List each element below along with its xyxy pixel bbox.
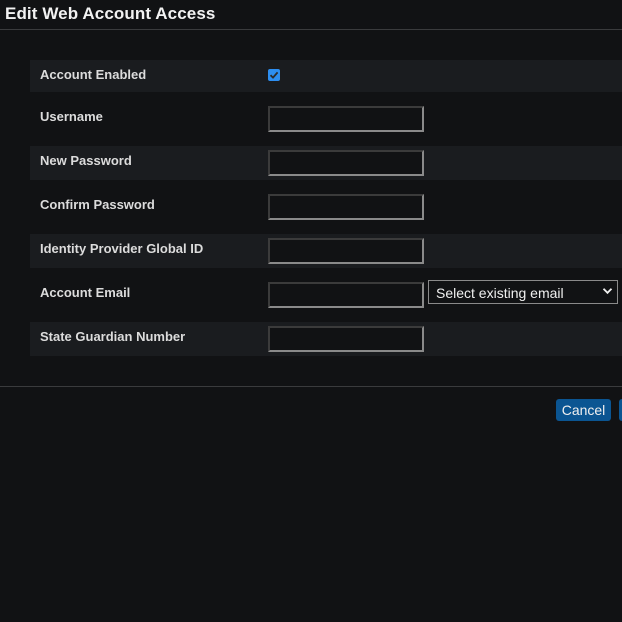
existing-email-select-value: Select existing email [436,285,564,301]
confirm-password-label: Confirm Password [40,197,155,212]
cancel-button[interactable]: Cancel [556,399,611,421]
existing-email-select[interactable]: Select existing email [428,280,618,304]
state-guardian-number-input[interactable] [268,326,424,352]
account-email-label: Account Email [40,285,131,300]
username-input[interactable] [268,106,424,132]
dialog-title: Edit Web Account Access [5,4,216,23]
identity-provider-id-label: Identity Provider Global ID [40,241,204,256]
header-divider [0,29,622,30]
account-email-input[interactable] [268,282,424,308]
confirm-password-input[interactable] [268,194,424,220]
form-row-account-enabled: Account Enabled [30,60,622,92]
username-label: Username [40,109,103,124]
chevron-down-icon [602,288,613,295]
footer-divider [0,386,622,387]
account-enabled-label: Account Enabled [40,67,147,82]
identity-provider-id-input[interactable] [268,238,424,264]
checkmark-icon [269,71,279,79]
state-guardian-number-label: State Guardian Number [40,329,186,344]
account-enabled-checkbox[interactable] [268,69,280,81]
new-password-label: New Password [40,153,132,168]
new-password-input[interactable] [268,150,424,176]
